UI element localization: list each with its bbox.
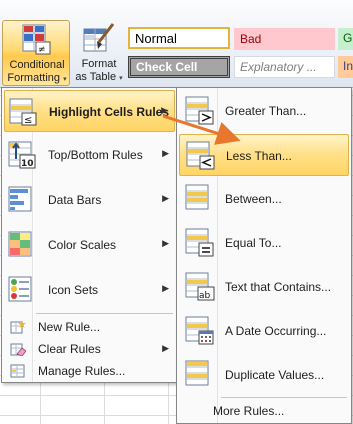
clear-rules-icon <box>10 343 26 356</box>
submenu-item-equal-to[interactable]: Equal To... <box>179 222 349 264</box>
submenu-item-duplicate-values[interactable]: Duplicate Values... <box>179 354 349 396</box>
menu-item-highlight-cells-rules[interactable]: ≤ Highlight Cells Rules ▶ <box>4 90 175 132</box>
menu-item-label: Icon Sets <box>48 283 99 297</box>
submenu-item-text-that-contains[interactable]: ab Text that Contains... <box>179 266 349 308</box>
submenu-item-label: Equal To... <box>225 236 282 250</box>
equal-to-icon <box>185 228 214 257</box>
between-icon <box>185 184 209 210</box>
date-occurring-icon <box>185 316 214 345</box>
submenu-arrow-icon: ▶ <box>162 283 169 293</box>
submenu-item-label: More Rules... <box>213 404 285 418</box>
submenu-item-a-date-occurring[interactable]: A Date Occurring... <box>179 310 349 352</box>
submenu-item-label: Between... <box>225 192 282 206</box>
submenu-separator <box>221 397 347 398</box>
submenu-item-between[interactable]: Between... <box>179 178 349 220</box>
style-good[interactable]: G <box>338 28 353 50</box>
manage-rules-icon <box>10 364 25 378</box>
highlight-cells-rules-submenu: Greater Than... Less Than... Between... <box>176 87 352 424</box>
menu-item-label: Highlight Cells Rules <box>49 105 170 119</box>
data-bars-icon <box>8 186 32 212</box>
menu-item-label: Color Scales <box>48 238 117 252</box>
conditional-formatting-label: Conditional Formatting ▾ <box>7 59 67 84</box>
menu-item-label: Top/Bottom Rules <box>48 148 143 162</box>
submenu-item-label: Text that Contains... <box>225 280 332 294</box>
highlight-cells-icon: ≤ <box>9 98 37 126</box>
submenu-item-label: A Date Occurring... <box>225 324 327 338</box>
new-rule-icon <box>10 320 26 334</box>
submenu-arrow-icon: ▶ <box>162 343 169 353</box>
svg-text:ab: ab <box>199 291 211 301</box>
menu-item-clear-rules[interactable]: Clear Rules ▶ <box>4 338 175 360</box>
style-input[interactable]: In <box>338 56 353 78</box>
color-scales-icon <box>8 231 32 257</box>
menu-separator <box>36 313 173 314</box>
format-as-table-button[interactable]: Format as Table ▾ <box>73 20 125 86</box>
submenu-arrow-icon: ▶ <box>162 238 169 248</box>
menu-item-color-scales[interactable]: Color Scales ▶ <box>4 224 175 266</box>
submenu-item-more-rules[interactable]: More Rules... <box>179 400 349 422</box>
submenu-item-label: Duplicate Values... <box>225 368 325 382</box>
submenu-item-greater-than[interactable]: Greater Than... <box>179 90 349 132</box>
dropdown-arrow-icon: ▾ <box>63 76 67 83</box>
menu-item-top-bottom-rules[interactable]: 10 Top/Bottom Rules ▶ <box>4 134 175 176</box>
dropdown-arrow-icon: ▾ <box>119 75 123 82</box>
menu-item-label: New Rule... <box>38 320 101 334</box>
style-normal[interactable]: Normal <box>128 27 230 49</box>
svg-text:≠: ≠ <box>38 45 46 55</box>
duplicate-values-icon <box>185 360 209 386</box>
menu-item-new-rule[interactable]: New Rule... <box>4 316 175 338</box>
format-as-table-icon <box>83 23 115 52</box>
text-contains-icon: ab <box>185 272 215 301</box>
submenu-item-less-than[interactable]: Less Than... <box>179 134 349 176</box>
less-than-icon <box>186 141 215 170</box>
icon-sets-icon <box>8 276 32 302</box>
menu-item-manage-rules[interactable]: Manage Rules... <box>4 360 175 382</box>
submenu-arrow-icon: ▶ <box>162 193 169 203</box>
svg-text:10: 10 <box>21 159 34 169</box>
format-as-table-label: Format as Table ▾ <box>75 58 123 83</box>
menu-item-label: Data Bars <box>48 193 102 207</box>
submenu-arrow-icon: ▶ <box>162 148 169 158</box>
submenu-arrow-icon: ▶ <box>161 105 168 115</box>
svg-text:≤: ≤ <box>24 115 32 126</box>
style-explanatory[interactable]: Explanatory ... <box>234 56 335 78</box>
conditional-formatting-menu: ≤ Highlight Cells Rules ▶ 10 Top/Bottom … <box>1 87 178 383</box>
conditional-formatting-icon: ≠ <box>22 24 51 55</box>
menu-item-label: Manage Rules... <box>38 364 126 378</box>
submenu-item-label: Less Than... <box>226 149 292 163</box>
style-check-cell[interactable]: Check Cell <box>128 56 230 78</box>
greater-than-icon <box>185 96 214 125</box>
conditional-formatting-button[interactable]: ≠ Conditional Formatting ▾ <box>2 20 70 86</box>
menu-item-label: Clear Rules <box>38 342 101 356</box>
submenu-item-label: Greater Than... <box>225 104 307 118</box>
ribbon: ≠ Conditional Formatting ▾ Format as Tab… <box>0 0 353 88</box>
menu-item-data-bars[interactable]: Data Bars ▶ <box>4 179 175 221</box>
style-bad[interactable]: Bad <box>234 28 335 50</box>
menu-item-icon-sets[interactable]: Icon Sets ▶ <box>4 269 175 311</box>
top-bottom-icon: 10 <box>8 141 36 169</box>
